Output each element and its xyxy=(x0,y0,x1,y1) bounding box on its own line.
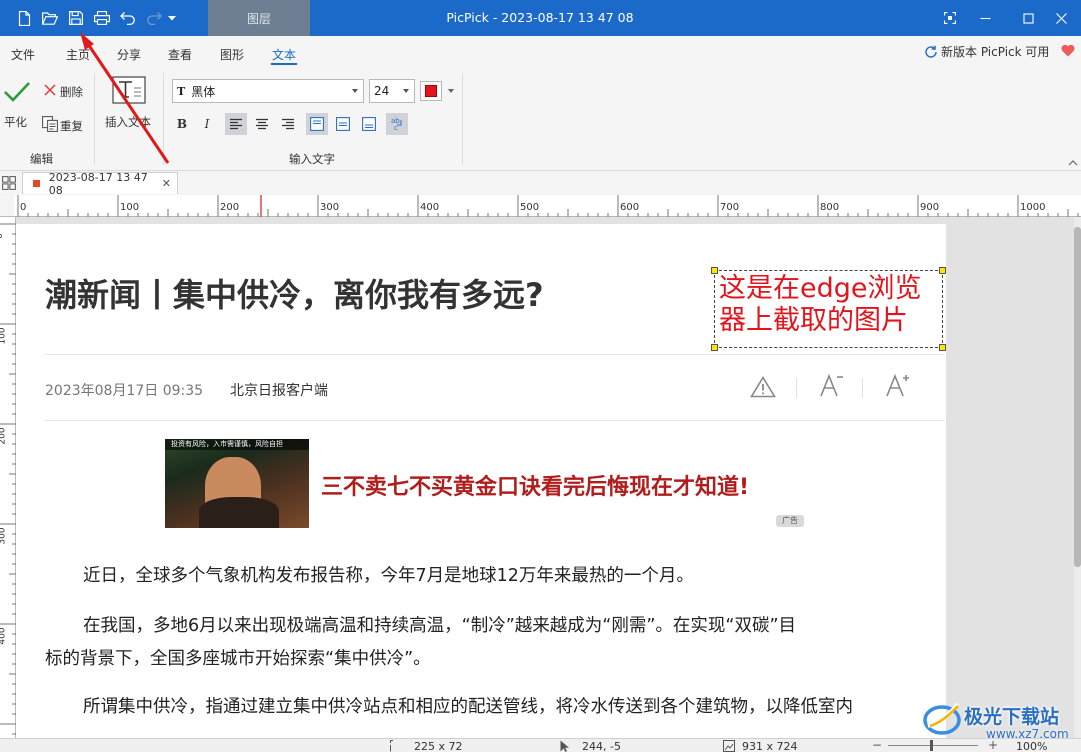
divider xyxy=(45,354,945,355)
vruler-label: 100 xyxy=(0,327,8,345)
article-paragraph: 在我国，多地6月以来出现极端高温和持续高温，“制冷”越来越成为“刚需”。在实现“… xyxy=(83,616,797,636)
vertical-scrollbar[interactable] xyxy=(1074,217,1081,738)
hruler-label: 800 xyxy=(820,202,840,213)
article-date: 2023年08月17日 09:35 xyxy=(45,383,204,399)
divider xyxy=(796,378,797,398)
vruler-ticks xyxy=(0,223,16,735)
resize-handle[interactable] xyxy=(711,344,718,351)
font-increase-icon[interactable] xyxy=(885,373,911,401)
status-bar: 225 x 72 244, -5 931 x 724 − + 100% xyxy=(0,738,1081,752)
hruler-label: 900 xyxy=(920,202,940,213)
ad-headline[interactable]: 三不卖七不买黄金口诀看完后悔现在才知道! xyxy=(321,469,749,501)
hruler-label: 700 xyxy=(720,202,740,213)
article-headline: 潮新闻丨集中供冷，离你我有多远? xyxy=(45,276,544,314)
divider xyxy=(862,378,863,398)
hruler-label: 500 xyxy=(520,202,540,213)
annotation-line: 这是在edge浏览 xyxy=(719,273,922,304)
selection-size: 225 x 72 xyxy=(414,740,463,752)
resize-handle[interactable] xyxy=(711,267,718,274)
site-watermark: 极光下载站 www.xz7.com xyxy=(920,692,1080,750)
resize-handle[interactable] xyxy=(939,267,946,274)
hruler-label: 1000 xyxy=(1020,202,1046,213)
hruler-label: 400 xyxy=(420,202,440,213)
ad-person-shirt xyxy=(199,497,279,528)
vruler-label: 400 xyxy=(0,627,8,645)
font-decrease-icon[interactable] xyxy=(819,373,845,401)
ad-badge: 广告 xyxy=(776,515,804,527)
captured-image[interactable]: 潮新闻丨集中供冷，离你我有多远? 2023年08月17日 09:35 北京日报客… xyxy=(16,224,946,738)
vruler-label: 300 xyxy=(0,527,8,545)
hruler-label: 200 xyxy=(220,202,240,213)
article-paragraph: 标的背景下，全国多座城市开始探索“集中供冷”。 xyxy=(45,649,431,669)
hruler-label: 300 xyxy=(320,202,340,213)
watermark-name: 极光下载站 xyxy=(964,706,1060,728)
article-source: 北京日报客户端 xyxy=(230,383,328,399)
hruler-label: 0 xyxy=(20,202,27,213)
image-size: 931 x 724 xyxy=(742,740,798,752)
vertical-ruler: 0 100 200 300 400 xyxy=(0,217,16,738)
zoom-out-icon[interactable]: − xyxy=(872,738,882,752)
scrollbar-thumb[interactable] xyxy=(1074,227,1081,567)
ad-image[interactable]: 投资有风险，入市需谨慎，风险自担 xyxy=(165,439,309,528)
image-size-icon xyxy=(723,740,735,752)
hruler-label: 100 xyxy=(120,202,140,213)
annotation-line: 器上截取的图片 xyxy=(719,305,908,336)
canvas-area[interactable]: 潮新闻丨集中供冷，离你我有多远? 2023年08月17日 09:35 北京日报客… xyxy=(16,217,1074,738)
cursor-arrow-icon xyxy=(560,740,569,752)
cursor-position: 244, -5 xyxy=(582,740,621,752)
red-arrow-annotation xyxy=(80,32,170,164)
vruler-label: 0 xyxy=(0,233,5,239)
report-warning-icon[interactable] xyxy=(750,375,776,401)
ad-image-caption: 投资有风险，入市需谨慎，风险自担 xyxy=(165,439,309,450)
vruler-label: 200 xyxy=(0,427,8,445)
selection-size-icon xyxy=(390,740,402,752)
hruler-label: 600 xyxy=(620,202,640,213)
resize-handle[interactable] xyxy=(939,344,946,351)
text-annotation-box[interactable]: 这是在edge浏览 器上截取的图片 xyxy=(711,267,946,351)
article-paragraph: 所谓集中供冷，指通过建立集中供冷站点和相应的配送管线，将冷水传送到各个建筑物，以… xyxy=(83,697,853,717)
article-paragraph: 近日，全球多个气象机构发布报告称，今年7月是地球12万年来最热的一个月。 xyxy=(83,566,694,586)
watermark-url: www.xz7.com xyxy=(986,727,1069,741)
divider xyxy=(45,420,945,421)
watermark-logo-icon xyxy=(923,702,961,735)
